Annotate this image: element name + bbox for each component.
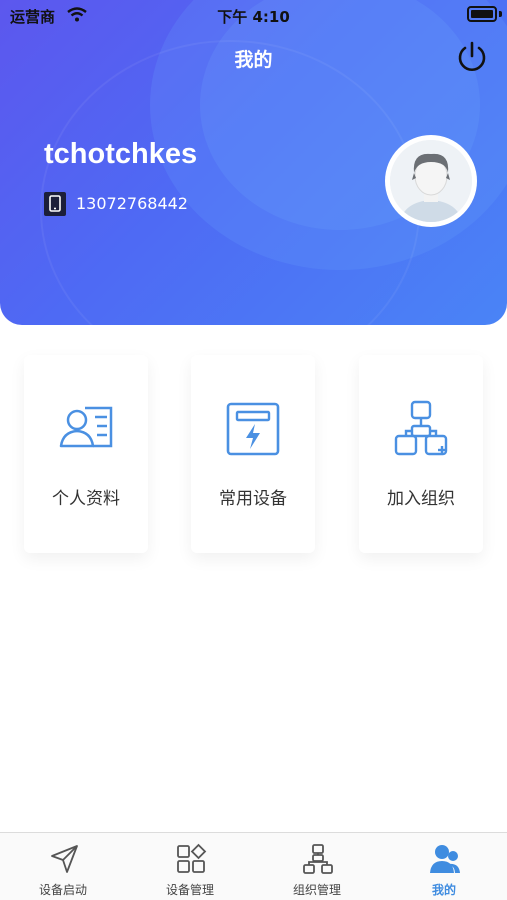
tab-device-management[interactable]: 设备管理 xyxy=(127,833,253,900)
user-group-icon xyxy=(430,845,460,873)
device-lightning-icon xyxy=(226,402,280,456)
tab-label: 设备启动 xyxy=(38,883,87,897)
battery-icon xyxy=(467,6,497,22)
grid-squares-icon xyxy=(177,843,207,873)
tab-org-management[interactable]: 组织管理 xyxy=(254,833,380,900)
battery-tip xyxy=(499,11,502,17)
menu-card-profile[interactable]: 个人资料 xyxy=(24,355,148,553)
menu-label-join-org: 加入组织 xyxy=(387,489,455,509)
navigation-arrow-icon xyxy=(51,845,78,873)
tab-label: 我的 xyxy=(431,883,456,897)
user-avatar-icon xyxy=(390,140,472,222)
menu-label-devices: 常用设备 xyxy=(219,489,287,509)
tab-bar: 设备启动 设备管理 组织管理 我的 xyxy=(0,832,507,900)
tab-label: 设备管理 xyxy=(165,883,214,897)
status-bar: 运营商 下午 4:10 xyxy=(0,0,507,30)
org-tree-icon xyxy=(303,844,333,874)
tab-device-start[interactable]: 设备启动 xyxy=(0,833,126,900)
power-icon[interactable] xyxy=(455,40,489,74)
avatar[interactable] xyxy=(385,135,477,227)
page-title: 我的 xyxy=(234,49,273,71)
profile-card-icon xyxy=(59,406,113,448)
menu-card-join-org[interactable]: 加入组织 xyxy=(359,355,483,553)
menu-card-devices[interactable]: 常用设备 xyxy=(191,355,315,553)
tab-mine[interactable]: 我的 xyxy=(381,833,507,900)
phone-icon xyxy=(44,192,66,216)
phone-number: 13072768442 xyxy=(76,194,188,213)
org-chart-icon xyxy=(394,400,448,456)
profile-header: 运营商 下午 4:10 我的 tchotchkes 13072768442 xyxy=(0,0,507,325)
username: tchotchkes xyxy=(44,138,198,170)
menu-label-profile: 个人资料 xyxy=(52,489,120,509)
status-time: 下午 4:10 xyxy=(217,8,290,26)
tab-label: 组织管理 xyxy=(292,883,341,897)
